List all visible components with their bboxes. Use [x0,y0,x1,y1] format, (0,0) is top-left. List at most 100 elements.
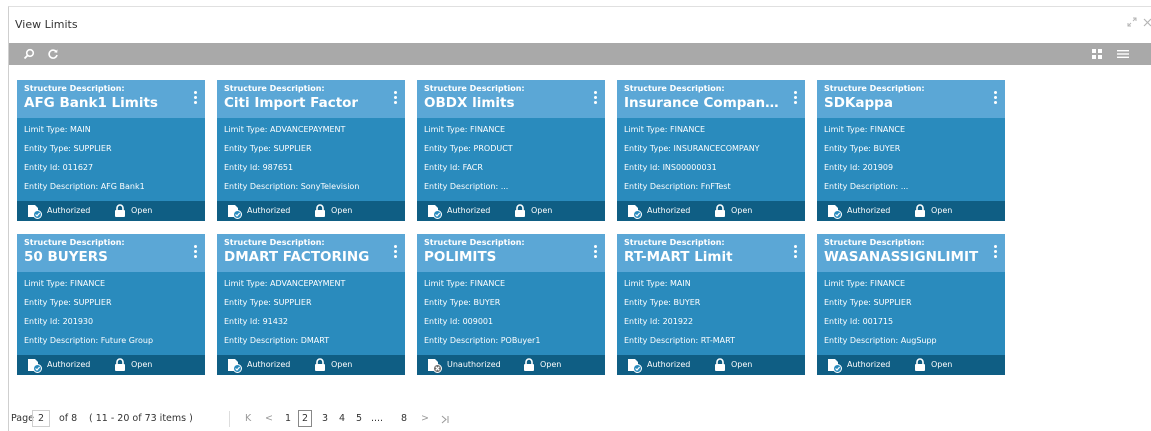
limit-card[interactable]: Structure Description: WASANASSIGNLIMIT … [817,234,1005,375]
lock-status: Open [531,206,553,215]
search-icon[interactable] [23,45,35,65]
entity-id: Entity Id: 201909 [824,163,894,172]
entity-description: Entity Description: ... [424,182,509,191]
limit-card[interactable]: Structure Description: DMART FACTORING L… [217,234,405,375]
card-header: Structure Description: Citi Import Facto… [217,80,405,118]
card-footer: Authorized Open [217,201,405,221]
lock-status: Open [131,360,153,369]
structure-description-value: RT-MART Limit [624,249,733,265]
authorized-icon [428,205,442,219]
card-footer: Authorized Open [617,201,805,221]
next-page-button[interactable]: > [421,413,429,424]
page-label: Page [11,413,34,424]
kebab-menu-icon[interactable] [791,245,799,259]
close-icon[interactable] [1143,17,1151,30]
limit-type: Limit Type: MAIN [24,125,91,134]
structure-description-label: Structure Description: [624,84,725,93]
structure-description-value: WASANASSIGNLIMIT [824,249,979,265]
entity-description: Entity Description: RT-MART [624,336,735,345]
authorized-icon [828,359,842,373]
page-button-5[interactable]: 5 [356,413,362,424]
structure-description-value: SDKappa [824,95,893,111]
structure-description-label: Structure Description: [424,238,525,247]
divider [229,411,230,427]
entity-type: Entity Type: BUYER [824,144,901,153]
structure-description-label: Structure Description: [624,238,725,247]
auth-status: Authorized [847,206,891,215]
first-page-button[interactable]: K [245,413,251,424]
kebab-menu-icon[interactable] [591,91,599,105]
lock-open-icon [115,204,125,217]
structure-description-label: Structure Description: [224,84,325,93]
limit-card[interactable]: Structure Description: 50 BUYERS Limit T… [17,234,205,375]
authorized-icon [628,359,642,373]
limit-type: Limit Type: FINANCE [824,279,906,288]
page-button-8[interactable]: 8 [401,413,407,424]
kebab-menu-icon[interactable] [791,91,799,105]
page-button-4[interactable]: 4 [339,413,345,424]
structure-description-value: DMART FACTORING [224,249,370,265]
title-bar: View Limits [9,7,1151,43]
card-header: Structure Description: AFG Bank1 Limits [17,80,205,118]
structure-description-label: Structure Description: [424,84,525,93]
limit-card[interactable]: Structure Description: OBDX limits Limit… [417,80,605,221]
structure-description-value: POLIMITS [424,249,497,265]
entity-id: Entity Id: 201922 [624,317,694,326]
unauthorized-icon [428,359,442,373]
entity-description: Entity Description: Future Group [24,336,154,345]
refresh-icon[interactable] [47,45,59,65]
entity-id: Entity Id: 009001 [424,317,494,326]
lock-status: Open [540,360,562,369]
entity-description: Entity Description: AugSupp [824,336,937,345]
expand-icon[interactable] [1127,17,1137,30]
limit-card[interactable]: Structure Description: POLIMITS Limit Ty… [417,234,605,375]
lock-open-icon [315,358,325,371]
entity-type: Entity Type: SUPPLIER [824,298,912,307]
structure-description-value: 50 BUYERS [24,249,108,265]
page-number-input[interactable]: 2 [32,410,50,427]
card-footer: Authorized Open [17,201,205,221]
kebab-menu-icon[interactable] [991,245,999,259]
entity-description: Entity Description: AFG Bank1 [24,182,145,191]
lock-status: Open [731,206,753,215]
limit-type: Limit Type: FINANCE [424,125,506,134]
entity-id: Entity Id: INS00000031 [624,163,717,172]
auth-status: Authorized [647,360,691,369]
entity-id: Entity Id: 201930 [24,317,94,326]
kebab-menu-icon[interactable] [591,245,599,259]
kebab-menu-icon[interactable] [391,91,399,105]
auth-status: Authorized [647,206,691,215]
kebab-menu-icon[interactable] [991,91,999,105]
entity-description: Entity Description: FnFTest [624,182,731,191]
page-button-3[interactable]: 3 [322,413,328,424]
authorized-icon [628,205,642,219]
structure-description-label: Structure Description: [824,238,925,247]
entity-type: Entity Type: BUYER [624,298,701,307]
entity-description: Entity Description: POBuyer1 [424,336,541,345]
prev-page-button[interactable]: < [265,413,273,424]
limit-card[interactable]: Structure Description: SDKappa Limit Typ… [817,80,1005,221]
entity-type: Entity Type: SUPPLIER [24,298,112,307]
lock-status: Open [331,360,353,369]
page-button-1[interactable]: 1 [285,413,291,424]
card-footer: Authorized Open [617,355,805,375]
auth-status: Authorized [47,360,91,369]
kebab-menu-icon[interactable] [391,245,399,259]
lock-open-icon [715,204,725,217]
card-header: Structure Description: SDKappa [817,80,1005,118]
limit-card[interactable]: Structure Description: AFG Bank1 Limits … [17,80,205,221]
lock-open-icon [515,204,525,217]
list-view-icon[interactable] [1117,45,1129,64]
kebab-menu-icon[interactable] [191,245,199,259]
auth-status: Authorized [247,206,291,215]
limit-card[interactable]: Structure Description: Citi Import Facto… [217,80,405,221]
limit-card[interactable]: Structure Description: RT-MART Limit Lim… [617,234,805,375]
page-count-label: of 8 [59,413,78,424]
last-page-button[interactable] [441,413,450,427]
entity-id: Entity Id: 91432 [224,317,289,326]
kebab-menu-icon[interactable] [191,91,199,105]
page-button-2[interactable]: 2 [298,410,312,427]
limit-card[interactable]: Structure Description: Insurance Company… [617,80,805,221]
lock-open-icon [915,358,925,371]
grid-view-icon[interactable] [1092,45,1102,64]
